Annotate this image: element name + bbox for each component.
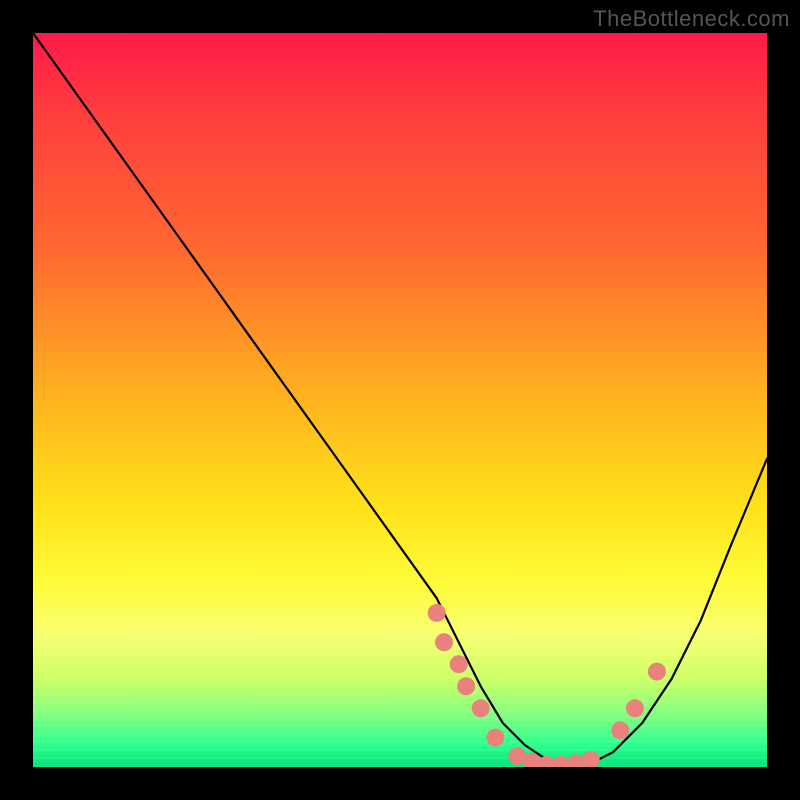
- data-point: [457, 677, 475, 695]
- watermark-text: TheBottleneck.com: [593, 6, 790, 32]
- data-point: [486, 729, 504, 747]
- data-points: [428, 604, 666, 767]
- curve-svg: [33, 33, 767, 767]
- data-point: [626, 699, 644, 717]
- chart-stage: TheBottleneck.com: [0, 0, 800, 800]
- data-point: [611, 721, 629, 739]
- data-point: [582, 751, 600, 767]
- data-point: [450, 655, 468, 673]
- data-point: [472, 699, 490, 717]
- data-point: [648, 663, 666, 681]
- data-point: [428, 604, 446, 622]
- plot-area: [33, 33, 767, 767]
- bottleneck-curve: [33, 33, 767, 767]
- data-point: [435, 633, 453, 651]
